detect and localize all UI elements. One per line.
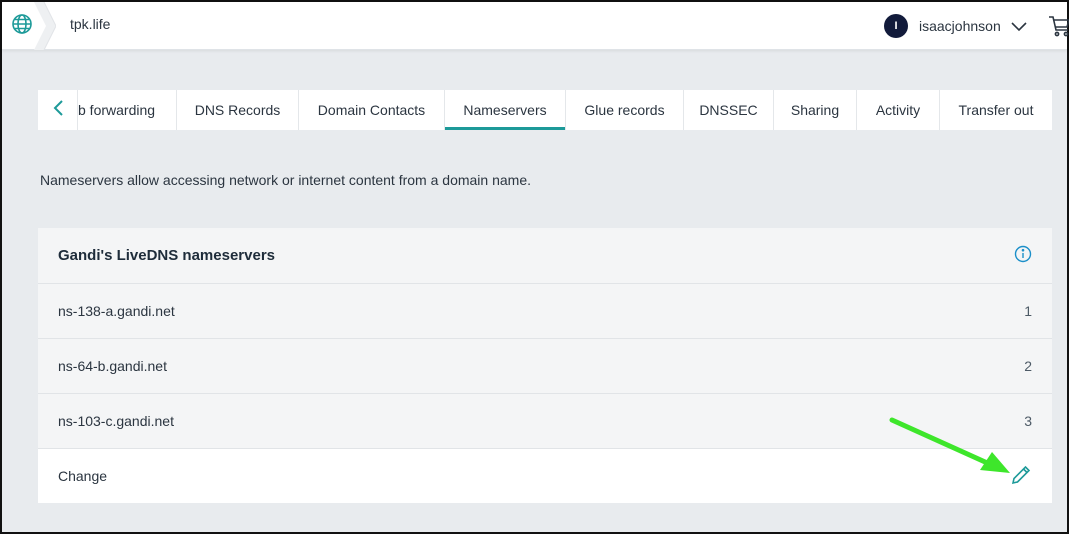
breadcrumb-separator	[34, 2, 56, 50]
info-icon[interactable]	[1014, 245, 1032, 267]
tab-dns-records[interactable]: DNS Records	[177, 90, 299, 130]
nameserver-host: ns-138-a.gandi.net	[58, 303, 175, 319]
nameserver-index: 1	[1024, 303, 1032, 319]
tab-transfer-out[interactable]: Transfer out	[940, 90, 1052, 130]
tab-web-forwarding[interactable]: b forwarding	[78, 90, 177, 130]
nameserver-row: ns-64-b.gandi.net 2	[38, 339, 1052, 394]
card-title: Gandi's LiveDNS nameservers	[58, 247, 276, 264]
tab-glue-records[interactable]: Glue records	[566, 90, 684, 130]
nameserver-index: 2	[1024, 358, 1032, 374]
tabs-scroll-left-button[interactable]	[38, 90, 78, 130]
nameserver-card: Gandi's LiveDNS nameservers ns-138-a.gan…	[38, 228, 1052, 503]
change-nameservers-row[interactable]: Change	[38, 449, 1052, 503]
nameserver-index: 3	[1024, 413, 1032, 429]
username: isaacjohnson	[919, 18, 1001, 34]
site-name[interactable]: tpk.life	[70, 16, 110, 32]
cart-icon[interactable]	[1048, 14, 1069, 42]
tab-nameservers[interactable]: Nameservers	[445, 90, 566, 130]
globe-icon	[10, 12, 34, 40]
tab-activity[interactable]: Activity	[857, 90, 940, 130]
chevron-down-icon	[1011, 17, 1027, 36]
top-bar: tpk.life I isaacjohnson	[2, 2, 1069, 50]
nameservers-description: Nameservers allow accessing network or i…	[40, 172, 531, 188]
chevron-left-icon	[53, 100, 63, 120]
pencil-icon[interactable]	[1010, 464, 1032, 489]
change-label: Change	[58, 468, 108, 484]
nameserver-host: ns-64-b.gandi.net	[58, 358, 167, 374]
user-menu[interactable]: I isaacjohnson	[884, 12, 1027, 40]
card-header: Gandi's LiveDNS nameservers	[38, 228, 1052, 284]
tab-sharing[interactable]: Sharing	[774, 90, 857, 130]
avatar: I	[884, 14, 908, 38]
nameserver-row: ns-103-c.gandi.net 3	[38, 394, 1052, 449]
domain-tabs: b forwarding DNS Records Domain Contacts…	[38, 90, 1052, 130]
tab-dnssec[interactable]: DNSSEC	[684, 90, 774, 130]
nameserver-host: ns-103-c.gandi.net	[58, 413, 174, 429]
tab-domain-contacts[interactable]: Domain Contacts	[299, 90, 445, 130]
nameserver-row: ns-138-a.gandi.net 1	[38, 284, 1052, 339]
